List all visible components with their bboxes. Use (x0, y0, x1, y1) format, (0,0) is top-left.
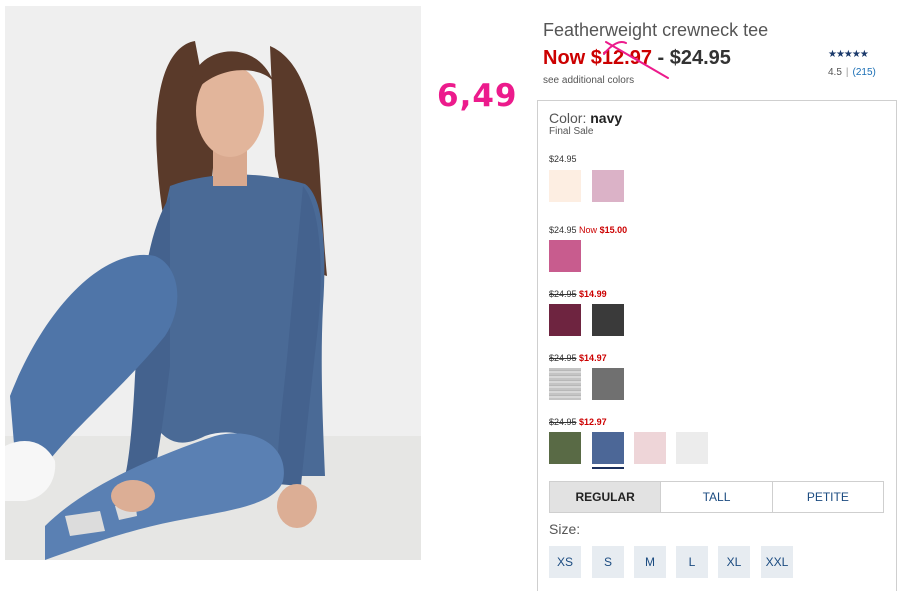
regular-price: $24.95 (669, 47, 731, 69)
size-button-m[interactable]: M (634, 546, 666, 578)
color-swatch[interactable] (592, 368, 624, 400)
now-label: Now (543, 47, 586, 69)
swatch-group-price: $24.95 $14.97 (549, 353, 607, 363)
final-sale-note: Final Sale (549, 126, 594, 137)
size-label: Size: (549, 521, 581, 537)
color-swatch[interactable] (549, 240, 581, 272)
selected-swatch-indicator (592, 467, 624, 469)
tab-regular[interactable]: REGULAR (550, 482, 662, 512)
group-sale-price: $15.00 (599, 225, 628, 235)
selected-color-name: navy (590, 110, 623, 126)
group-now-label: Now (579, 225, 598, 235)
swatch-group-price: $24.95 Now $15.00 (549, 225, 627, 235)
size-button-s[interactable]: S (592, 546, 624, 578)
color-swatch[interactable] (676, 432, 708, 464)
color-label: Color: navy (549, 110, 622, 126)
tab-petite[interactable]: PETITE (773, 482, 883, 512)
color-swatch[interactable] (549, 432, 581, 464)
product-photo (5, 6, 421, 560)
color-swatch[interactable] (634, 432, 666, 464)
group-old-price: $24.95 (549, 353, 577, 363)
group-sale-price: $14.97 (579, 353, 607, 363)
size-button-l[interactable]: L (676, 546, 708, 578)
fit-tabs: REGULAR TALL PETITE (549, 481, 884, 513)
color-swatch-selected-navy[interactable] (592, 432, 624, 464)
rating-stars-icon: ★★★★★ (828, 49, 869, 60)
swatch-group-price: $24.95 $12.97 (549, 417, 607, 427)
color-swatch[interactable] (549, 304, 581, 336)
size-button-xxl[interactable]: XXL (761, 546, 793, 578)
tab-tall[interactable]: TALL (661, 482, 773, 512)
options-panel (537, 100, 897, 591)
swatch-group-price: $24.95 (549, 154, 577, 164)
color-swatch-heather-gray[interactable] (549, 368, 581, 400)
color-label-text: Color: (549, 110, 587, 126)
color-swatch[interactable] (549, 170, 581, 202)
group-price: $24.95 (549, 225, 577, 235)
rating-value: 4.5 (828, 67, 842, 78)
size-button-xs[interactable]: XS (549, 546, 581, 578)
group-price: $24.95 (549, 154, 577, 164)
group-old-price: $24.95 (549, 417, 577, 427)
color-swatch[interactable] (592, 170, 624, 202)
size-button-xl[interactable]: XL (718, 546, 750, 578)
see-additional-colors-link[interactable]: see additional colors (543, 75, 634, 86)
color-swatch[interactable] (592, 304, 624, 336)
swatch-group-price: $24.95 $14.99 (549, 289, 607, 299)
handwritten-price-annotation: 6,49 (437, 78, 518, 114)
rating-summary: 4.5 | (215) (828, 67, 876, 78)
group-sale-price: $12.97 (579, 417, 607, 427)
rating-divider: | (845, 67, 849, 78)
group-sale-price: $14.99 (579, 289, 607, 299)
group-old-price: $24.95 (549, 289, 577, 299)
review-count-link[interactable]: (215) (853, 67, 876, 78)
